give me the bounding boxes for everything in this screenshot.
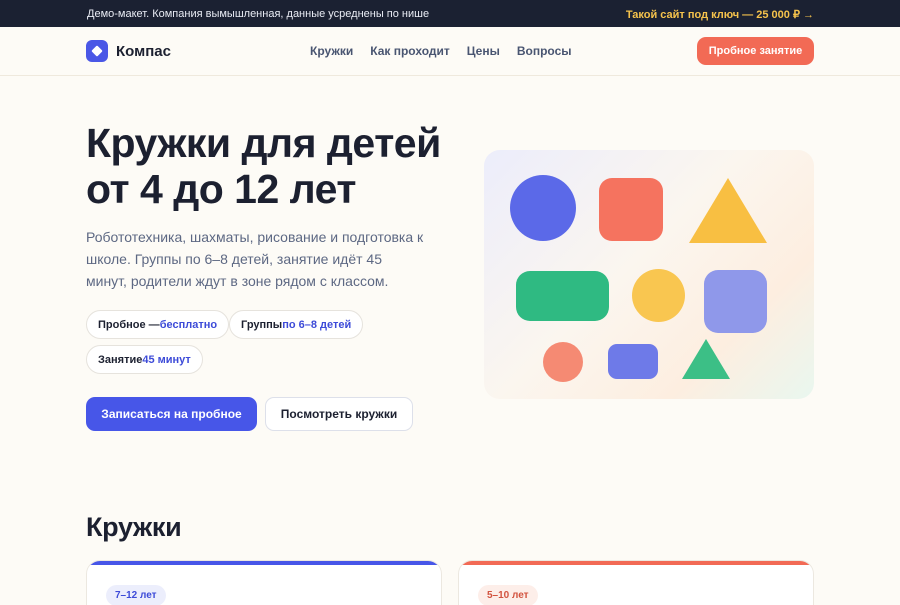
- view-clubs-button[interactable]: Посмотреть кружки: [265, 397, 413, 431]
- brand-name: Компас: [116, 42, 171, 60]
- chip-value: по 6–8 детей: [282, 318, 352, 331]
- hero-title-line-1: Кружки для детей: [86, 120, 441, 166]
- card-accent-bar: [459, 561, 813, 565]
- diamond-logo-icon: [86, 40, 108, 62]
- lilac-square-shape: [704, 270, 767, 333]
- coral-small-circle-shape: [543, 342, 583, 382]
- hero-title: Кружки для детей от 4 до 12 лет: [86, 120, 441, 212]
- nav-item-prices[interactable]: Цены: [467, 44, 500, 58]
- coral-square-shape: [599, 178, 663, 241]
- nav-item-clubs[interactable]: Кружки: [310, 44, 353, 58]
- age-badge: 5–10 лет: [478, 585, 538, 605]
- promo-link[interactable]: Такой сайт под ключ — 25 000 ₽ →: [626, 8, 814, 21]
- chip-label: Занятие: [98, 353, 143, 366]
- card-accent-bar: [87, 561, 441, 565]
- hero-illustration: [484, 150, 814, 399]
- trial-lesson-button[interactable]: Пробное занятие: [697, 37, 814, 65]
- blue-small-rect-shape: [608, 344, 658, 379]
- hero-description: Робототехника, шахматы, рисование и подг…: [86, 229, 424, 289]
- club-card[interactable]: 5–10 лет: [458, 560, 814, 605]
- chip-label: Пробное —: [98, 318, 160, 331]
- blue-circle-shape: [510, 175, 576, 241]
- nav-item-faq[interactable]: Вопросы: [517, 44, 572, 58]
- section-title-clubs: Кружки: [86, 512, 182, 542]
- age-badge: 7–12 лет: [106, 585, 166, 605]
- yellow-circle-shape: [632, 269, 685, 322]
- green-pill-shape: [516, 271, 609, 321]
- announcement-bar: Демо-макет. Компания вымышленная, данные…: [0, 0, 900, 27]
- demo-note: Демо-макет. Компания вымышленная, данные…: [87, 8, 430, 20]
- chip-label: Группы: [241, 318, 283, 331]
- signup-trial-button[interactable]: Записаться на пробное: [86, 397, 257, 431]
- chip-value: 45 минут: [142, 353, 191, 366]
- hero-title-line-2: от 4 до 12 лет: [86, 166, 357, 212]
- chip-groups: Группы по 6–8 детей: [229, 310, 364, 339]
- club-card[interactable]: 7–12 лет: [86, 560, 442, 605]
- nav-menu: Кружки Как проходит Цены Вопросы: [310, 44, 589, 58]
- main-nav: Компас Кружки Как проходит Цены Вопросы …: [0, 27, 900, 76]
- chip-trial: Пробное — бесплатно: [86, 310, 230, 339]
- nav-item-how-it-works[interactable]: Как проходит: [370, 44, 450, 58]
- chip-value: бесплатно: [159, 318, 218, 331]
- green-small-triangle-shape: [682, 339, 730, 379]
- chip-duration: Занятие 45 минут: [86, 345, 203, 374]
- yellow-triangle-shape: [689, 178, 767, 243]
- logo[interactable]: Компас: [86, 40, 171, 62]
